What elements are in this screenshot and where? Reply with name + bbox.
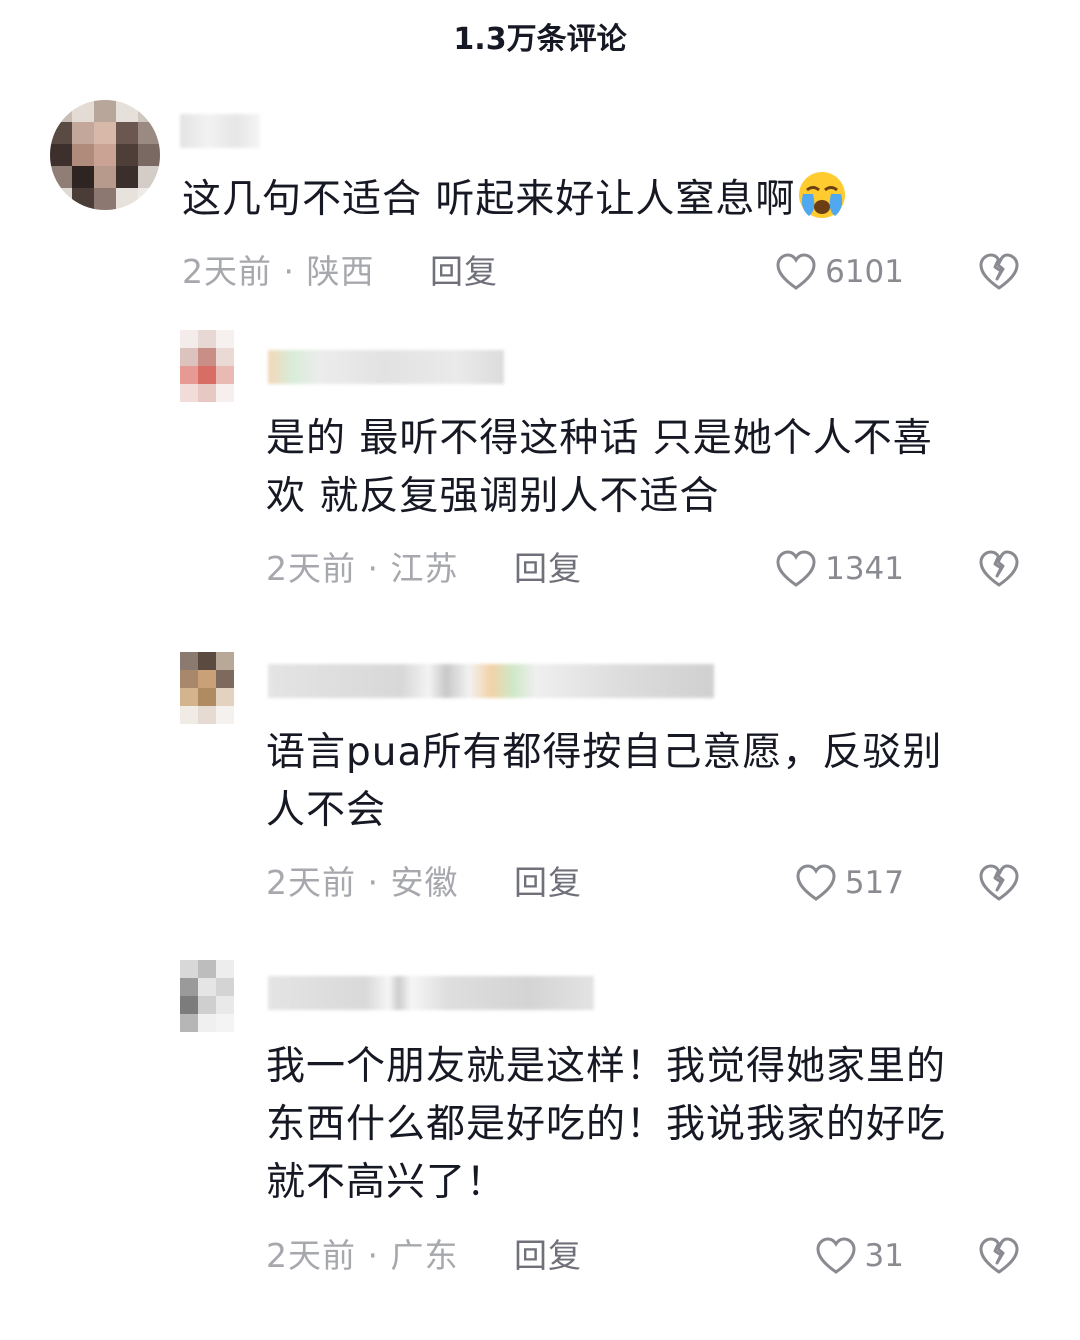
crying-face-icon: [799, 172, 846, 218]
comment-time: 2天前: [266, 549, 356, 588]
avatar[interactable]: [180, 960, 234, 1032]
comment-meta: 2天前 · 江苏: [266, 547, 458, 591]
meta-separator: ·: [356, 863, 391, 902]
reply-button[interactable]: 回复: [514, 861, 582, 905]
dislike-icon[interactable]: [978, 548, 1020, 590]
like-button[interactable]: 1341: [775, 547, 904, 591]
username[interactable]: [180, 114, 260, 148]
meta-separator: ·: [272, 252, 307, 291]
heart-icon: [776, 253, 816, 290]
comments-count-title: 1.3万条评论: [453, 22, 627, 57]
like-count: 517: [844, 865, 904, 901]
like-button[interactable]: 517: [795, 861, 904, 905]
dislike-icon[interactable]: [978, 1235, 1020, 1277]
reply-button[interactable]: 回复: [514, 1234, 582, 1278]
comment-text: 是的 最听不得这种话 只是她个人不喜 欢 就反复强调别人不适合: [266, 416, 933, 519]
heart-icon: [776, 550, 816, 587]
avatar[interactable]: [180, 652, 234, 724]
avatar[interactable]: [50, 100, 160, 210]
like-count: 6101: [825, 254, 904, 290]
username[interactable]: [268, 664, 714, 698]
avatar[interactable]: [180, 330, 234, 402]
comment-text: 这几句不适合 听起来好让人窒息啊: [182, 170, 849, 229]
like-button[interactable]: 31: [815, 1234, 904, 1278]
comment-text: 语言pua所有都得按自己意愿，反驳别 人不会: [266, 730, 943, 833]
comment-location: 安徽: [390, 863, 459, 902]
username[interactable]: [268, 976, 594, 1010]
comment-meta: 2天前 · 陕西: [182, 250, 374, 294]
like-count: 1341: [825, 551, 904, 587]
like-count: 31: [864, 1238, 904, 1274]
username[interactable]: [268, 350, 504, 384]
like-button[interactable]: 6101: [775, 250, 904, 294]
comment-meta: 2天前 · 安徽: [266, 861, 458, 905]
heart-icon: [796, 864, 836, 901]
reply-button[interactable]: 回复: [514, 547, 582, 591]
comment-text: 我一个朋友就是这样！我觉得她家里的 东西什么都是好吃的！我说我家的好吃 就不高兴…: [266, 1044, 947, 1205]
heart-icon: [816, 1237, 856, 1274]
comment-time: 2天前: [266, 1236, 356, 1275]
comment-time: 2天前: [182, 252, 272, 291]
reply-button[interactable]: 回复: [430, 250, 498, 294]
dislike-icon[interactable]: [978, 251, 1020, 293]
comment-time: 2天前: [266, 863, 356, 902]
comment-location: 广东: [390, 1236, 459, 1275]
meta-separator: ·: [356, 549, 391, 588]
dislike-icon[interactable]: [978, 862, 1020, 904]
comment-meta: 2天前 · 广东: [266, 1234, 458, 1278]
comment-location: 江苏: [390, 549, 459, 588]
comment-location: 陕西: [306, 252, 375, 291]
meta-separator: ·: [356, 1236, 391, 1275]
